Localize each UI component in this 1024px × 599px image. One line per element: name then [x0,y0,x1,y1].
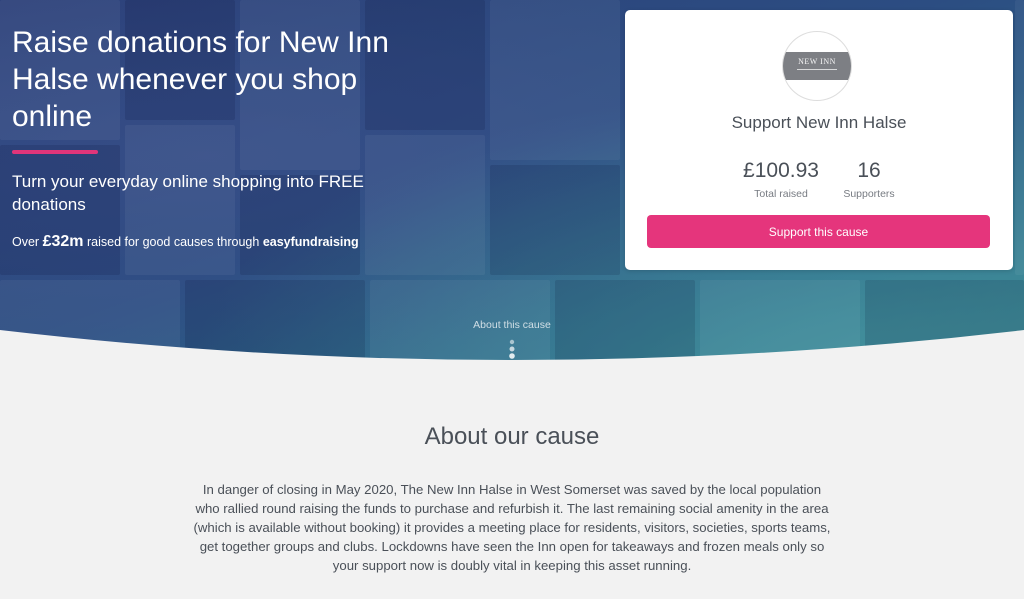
total-raised-value: £100.93 [743,159,819,182]
total-raised-label: Total raised [754,188,808,200]
accent-divider [12,150,98,154]
about-section-body: In danger of closing in May 2020, The Ne… [193,482,831,573]
hero-title: Raise donations for New Inn Halse whenev… [12,26,389,133]
cause-summary-card: NEW INN Support New Inn Halse £100.93 To… [625,10,1013,270]
hero-subtitle: Turn your everyday online shopping into … [12,172,364,214]
supporters-stat: 16 Supporters [831,158,907,200]
fundraising-stat: Over £32m raised for good causes through… [12,233,359,251]
stat-prefix: Over [12,235,40,249]
brand-name: easyfundraising [262,235,359,249]
hero-curve-divider [0,330,1024,390]
logo-text: NEW INN [798,57,836,66]
cause-name: Support New Inn Halse [731,113,907,132]
support-cause-button[interactable]: Support this cause [647,215,990,248]
cause-logo: NEW INN [783,32,851,100]
total-raised-stat: £100.93 Total raised [733,158,829,200]
supporters-label: Supporters [843,188,895,200]
stat-amount: £32m [42,233,84,250]
stat-middle: raised for good causes through [86,235,260,249]
supporters-value: 16 [857,159,881,182]
about-section-title: About our cause [424,423,600,450]
